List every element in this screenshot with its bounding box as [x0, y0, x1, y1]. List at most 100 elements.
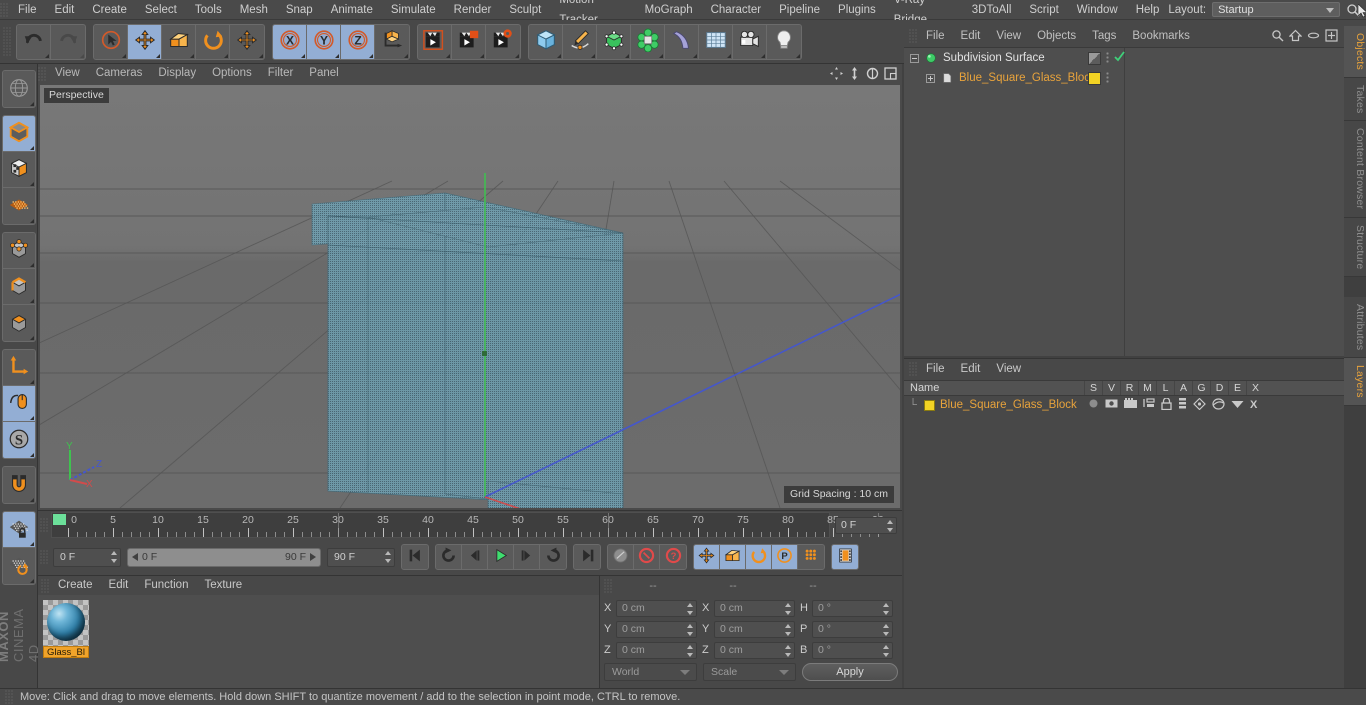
rotation-b-field[interactable]: 0 °	[812, 641, 893, 659]
spinner-icon[interactable]	[887, 519, 893, 532]
undo-view-button[interactable]	[2, 71, 35, 107]
menu-3dtoall[interactable]: 3DToAll	[963, 0, 1021, 20]
layer-menu-file[interactable]: File	[918, 360, 953, 379]
spinner-icon[interactable]	[687, 644, 693, 657]
viewport-menu-grip[interactable]	[38, 66, 47, 81]
object-visible-check-icon[interactable]	[1114, 51, 1125, 65]
layer-col-d[interactable]: D	[1210, 381, 1228, 395]
menu-mesh[interactable]: Mesh	[231, 0, 277, 20]
view-icon[interactable]	[1105, 398, 1118, 412]
scale-tool-button[interactable]	[162, 24, 196, 59]
material-list[interactable]: Glass_Bl	[38, 595, 599, 688]
menu-simulate[interactable]: Simulate	[382, 0, 445, 20]
position-y-field[interactable]: 0 cm	[616, 620, 697, 638]
add-generator-button[interactable]	[597, 24, 631, 59]
texture-axis-button[interactable]	[2, 152, 35, 188]
viewport-menu-options[interactable]: Options	[204, 64, 260, 83]
material-item[interactable]: Glass_Bl	[43, 600, 89, 662]
expression-icon[interactable]	[1231, 398, 1244, 412]
render-icon[interactable]	[1124, 398, 1137, 412]
current-frame-field[interactable]: 0 F	[835, 516, 897, 534]
coordinate-mode-dropdown[interactable]: Scale	[703, 663, 796, 681]
lock-icon[interactable]	[1161, 396, 1172, 413]
add-deformer-button[interactable]	[665, 24, 699, 59]
lock-x-button[interactable]: X	[273, 24, 307, 59]
start-frame-field[interactable]: 0 F	[53, 547, 121, 567]
layer-col-g[interactable]: G	[1192, 381, 1210, 395]
move-tool-button[interactable]	[128, 24, 162, 59]
move-alt-tool-button[interactable]	[230, 24, 264, 59]
object-menu-bookmarks[interactable]: Bookmarks	[1124, 27, 1198, 46]
point-mode-button[interactable]	[2, 233, 35, 269]
pan-icon[interactable]	[829, 66, 844, 81]
range-left-arrow-icon[interactable]	[132, 553, 138, 561]
position-x-field[interactable]: 0 cm	[616, 599, 697, 617]
spinner-icon[interactable]	[785, 644, 791, 657]
preview-range-bar[interactable]: 0 F 90 F	[127, 547, 321, 567]
toolbar-grip[interactable]	[3, 26, 12, 57]
material-menu-edit[interactable]: Edit	[101, 576, 137, 595]
maximize-icon[interactable]	[883, 66, 898, 81]
object-row[interactable]: Subdivision Surface	[904, 48, 1344, 68]
record-parameter-button[interactable]	[798, 545, 824, 569]
spinner-icon[interactable]	[883, 602, 889, 615]
menu-animate[interactable]: Animate	[322, 0, 382, 20]
expander-minus-icon[interactable]	[910, 53, 919, 63]
playhead-marker[interactable]	[53, 514, 66, 525]
spinner-icon[interactable]	[111, 550, 117, 563]
solo-dot-icon[interactable]	[1088, 398, 1099, 412]
menu-window[interactable]: Window	[1068, 0, 1127, 20]
record-rotation-button[interactable]	[746, 545, 772, 569]
add-cube-button[interactable]	[529, 24, 563, 59]
layer-menu-view[interactable]: View	[988, 360, 1029, 379]
viewport-menu-cameras[interactable]: Cameras	[88, 64, 151, 83]
home-icon[interactable]	[1288, 29, 1303, 45]
layer-col-s[interactable]: S	[1084, 381, 1102, 395]
menu-help[interactable]: Help	[1127, 0, 1169, 20]
viewport-menu-display[interactable]: Display	[150, 64, 204, 83]
timeline-ruler[interactable]: 051015202530354045505560657075808590	[51, 512, 884, 538]
search-icon[interactable]	[1271, 29, 1284, 45]
polygon-mode-button[interactable]	[2, 305, 35, 341]
go-to-next-key-button[interactable]	[540, 545, 566, 569]
object-tag-swatch[interactable]	[1088, 71, 1101, 85]
layer-color-swatch[interactable]	[924, 399, 935, 411]
status-grip[interactable]	[5, 690, 14, 704]
menu-mograph[interactable]: MoGraph	[636, 0, 702, 20]
menu-edit[interactable]: Edit	[46, 0, 84, 20]
menu-character[interactable]: Character	[702, 0, 771, 20]
edge-mode-button[interactable]	[2, 269, 35, 305]
rotation-p-field[interactable]: 0 °	[812, 620, 893, 638]
layer-col-r[interactable]: R	[1120, 381, 1138, 395]
workplane-rotate-button[interactable]	[2, 548, 35, 584]
enable-axis-button[interactable]	[2, 386, 35, 422]
orbit-icon[interactable]	[865, 66, 880, 81]
rotate-tool-button[interactable]	[196, 24, 230, 59]
autokeying-button[interactable]	[608, 545, 634, 569]
lock-z-button[interactable]: Z	[341, 24, 375, 59]
go-to-start-button[interactable]	[402, 545, 428, 569]
layout-select[interactable]: Startup	[1212, 2, 1341, 17]
spinner-icon[interactable]	[687, 602, 693, 615]
go-to-end-button[interactable]	[574, 545, 600, 569]
object-tag-swatch[interactable]	[1088, 51, 1101, 65]
menubar-grip[interactable]	[0, 2, 9, 17]
transport-grip[interactable]	[40, 550, 49, 564]
material-menu-create[interactable]: Create	[50, 576, 101, 595]
vtab-content-browser[interactable]: Content Browser	[1344, 121, 1366, 218]
deformers-icon[interactable]	[1212, 397, 1225, 413]
timeline-mode-button[interactable]	[832, 545, 858, 569]
range-right-arrow-icon[interactable]	[310, 553, 316, 561]
play-button[interactable]	[488, 545, 514, 569]
generators-icon[interactable]	[1193, 397, 1206, 413]
rotation-h-field[interactable]: 0 °	[812, 599, 893, 617]
manager-icon[interactable]	[1143, 398, 1155, 412]
add-spline-button[interactable]	[563, 24, 597, 59]
record-pla-button[interactable]: P	[772, 545, 798, 569]
step-back-button[interactable]	[462, 545, 488, 569]
world-object-axis-button[interactable]	[375, 24, 409, 59]
layer-col-e[interactable]: E	[1228, 381, 1246, 395]
render-settings-button[interactable]	[486, 24, 520, 59]
size-z-field[interactable]: 0 cm	[714, 641, 795, 659]
object-menu-grip[interactable]	[909, 29, 918, 43]
